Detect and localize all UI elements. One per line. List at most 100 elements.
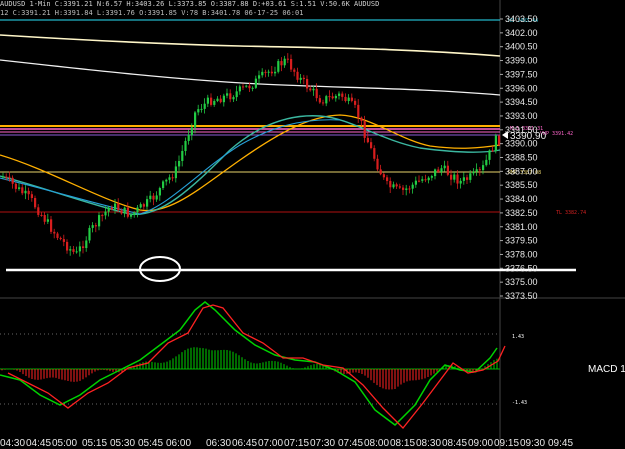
candle-body: [379, 169, 382, 175]
candle-body: [286, 58, 289, 60]
candle-body: [149, 195, 152, 200]
candle-body: [24, 190, 27, 194]
candle-body: [373, 148, 376, 159]
candle-body: [14, 183, 17, 189]
macd-upper-tick: 1.43: [512, 334, 524, 340]
candle-body: [411, 184, 414, 189]
candle-body: [408, 188, 411, 190]
candle-body: [21, 187, 24, 194]
time-tick-label: 08:15: [390, 438, 415, 449]
candle-body: [206, 97, 209, 104]
candle-body: [82, 246, 85, 249]
candle-body: [376, 158, 379, 170]
candle-body: [146, 199, 149, 207]
candle-body: [405, 188, 408, 190]
time-tick-label: 05:30: [110, 438, 135, 449]
candle-body: [110, 207, 113, 210]
time-tick-label: 06:00: [166, 438, 191, 449]
time-tick-label: 04:45: [26, 438, 51, 449]
time-tick-label: 05:15: [82, 438, 107, 449]
candle-body: [62, 239, 65, 242]
candle-body: [491, 150, 494, 152]
candle-body: [312, 88, 315, 91]
price-tick-label: 3373.50: [505, 291, 538, 301]
time-tick-label: 07:15: [284, 438, 309, 449]
candle-body: [235, 91, 238, 98]
time-tick-label: 07:45: [338, 438, 363, 449]
candle-body: [94, 225, 97, 227]
candle-body: [331, 96, 334, 99]
candle-body: [85, 240, 88, 249]
candle-body: [168, 177, 171, 180]
candle-body: [238, 86, 241, 92]
candle-body: [69, 249, 72, 251]
candle-body: [347, 97, 350, 102]
candle-body: [478, 169, 481, 171]
candle-body: [226, 93, 229, 96]
candle-body: [248, 85, 251, 89]
candle-body: [66, 241, 69, 251]
candle-body: [5, 176, 8, 178]
mid-ma-line: [0, 59, 501, 96]
price-chart[interactable]: H3 3403.44 ML3 3391.31 VWP 3391.42 RMR 3…: [0, 0, 625, 449]
candle-body: [162, 181, 165, 189]
price-tick-label: 3394.50: [505, 97, 538, 107]
candle-body: [59, 237, 62, 240]
candle-body: [78, 246, 81, 252]
candle-body: [306, 79, 309, 89]
candle-body: [174, 166, 177, 179]
candle-body: [139, 204, 142, 208]
time-tick-label: 09:00: [468, 438, 493, 449]
candle-body: [328, 96, 331, 98]
time-tick-label: 09:30: [520, 438, 545, 449]
tl-level-label: TL 3382.74: [556, 210, 586, 216]
candle-body: [430, 176, 433, 178]
candle-body: [277, 61, 280, 72]
candle-body: [264, 71, 267, 73]
chart-window[interactable]: AUDUSD 1-Min C:3391.21 N:6.57 H:3403.26 …: [0, 0, 625, 449]
candle-body: [299, 77, 302, 80]
candle-body: [450, 174, 453, 180]
candle-body: [293, 69, 296, 72]
candle-body: [165, 179, 168, 182]
time-tick-label: 08:30: [416, 438, 441, 449]
candle-body: [434, 169, 437, 177]
candle-body: [171, 177, 174, 179]
candle-body: [200, 108, 203, 110]
price-tick-label: 3400.50: [505, 42, 538, 52]
candle-body: [290, 58, 293, 70]
candle-body: [242, 86, 245, 88]
candle-body: [34, 198, 37, 208]
candle-body: [245, 85, 248, 87]
candle-body: [482, 165, 485, 171]
candle-body: [472, 171, 475, 174]
candle-body: [114, 203, 117, 210]
candle-body: [190, 127, 193, 136]
candle-body: [437, 169, 440, 172]
candle-body: [261, 71, 264, 76]
candle-body: [88, 227, 91, 241]
candle-body: [72, 249, 75, 252]
candle-body: [219, 98, 222, 103]
candle-body: [181, 150, 184, 161]
candle-body: [178, 160, 181, 167]
candle-body: [360, 117, 363, 122]
candle-body: [424, 179, 427, 181]
teal-ma-line: [0, 115, 501, 216]
candle-body: [2, 176, 5, 178]
candle-body: [197, 109, 200, 113]
price-tick-label: 3399.00: [505, 56, 538, 66]
candle-body: [117, 203, 120, 211]
candle-body: [104, 211, 107, 216]
candle-body: [152, 195, 155, 200]
candle-body: [136, 207, 139, 213]
candle-body: [133, 212, 136, 215]
candle-body: [37, 207, 40, 215]
price-tick-label: 3393.00: [505, 111, 538, 121]
candle-body: [222, 95, 225, 103]
candle-body: [488, 150, 491, 160]
candle-body: [142, 204, 145, 207]
candle-body: [98, 215, 101, 227]
candle-body: [315, 88, 318, 99]
candle-body: [203, 103, 206, 109]
